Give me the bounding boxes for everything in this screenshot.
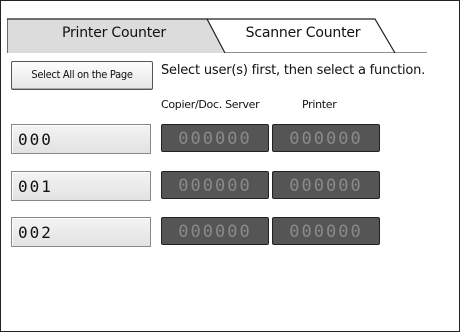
printer-counter-001: 000000	[272, 171, 380, 199]
printer-counter-002: 000000	[272, 217, 380, 245]
copier-counter-001: 000000	[161, 171, 269, 199]
copier-counter-000: 000000	[161, 124, 269, 152]
select-all-on-page-button[interactable]: Select All on the Page	[11, 61, 153, 90]
user-row-000[interactable]: 000	[11, 124, 151, 154]
tab-bar: Printer Counter Scanner Counter	[7, 13, 427, 53]
copier-counter-002: 000000	[161, 217, 269, 245]
column-header-printer: Printer	[302, 98, 337, 111]
user-row-002[interactable]: 002	[11, 217, 151, 247]
counter-panel: Printer Counter Scanner Counter Select A…	[0, 0, 460, 332]
tab-printer-counter[interactable]: Printer Counter	[15, 19, 227, 47]
tab-scanner-counter[interactable]: Scanner Counter	[223, 19, 397, 47]
column-header-copier-doc-server: Copier/Doc. Server	[161, 98, 260, 111]
instruction-text: Select user(s) first, then select a func…	[161, 63, 426, 78]
user-row-001[interactable]: 001	[11, 171, 151, 201]
printer-counter-000: 000000	[272, 124, 380, 152]
